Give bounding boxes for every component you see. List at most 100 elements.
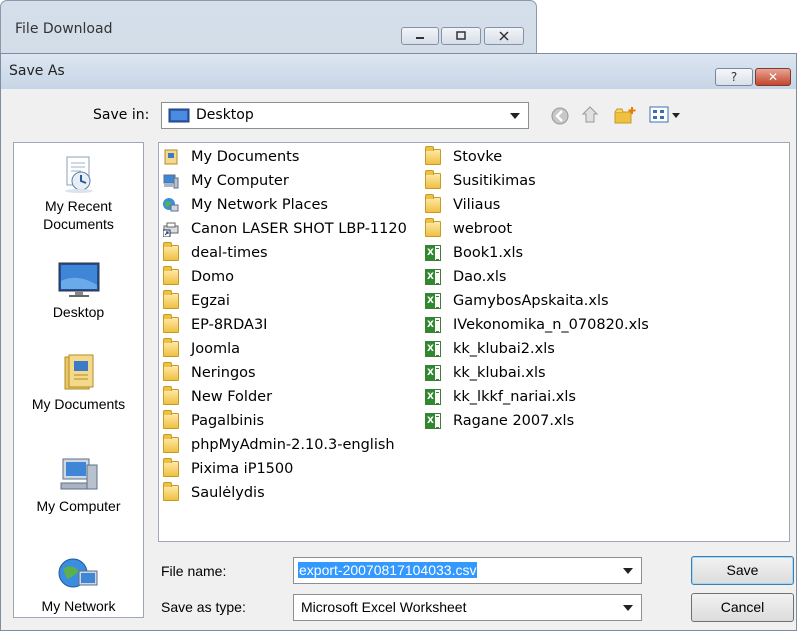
item-name: EP-8RDA3I — [191, 317, 268, 333]
folder-icon — [163, 290, 179, 309]
excel-file-icon — [425, 341, 441, 357]
place-my-network[interactable]: My Network — [14, 555, 143, 615]
item-name: Domo — [191, 269, 235, 285]
excel-file-icon — [425, 269, 441, 285]
window-close-button[interactable] — [484, 27, 524, 45]
folder-icon — [163, 434, 179, 453]
new-folder-icon[interactable] — [613, 105, 637, 125]
folder-icon — [425, 194, 441, 213]
network-places-icon — [163, 198, 179, 212]
folder-icon — [163, 266, 179, 285]
save-button[interactable]: Save — [691, 556, 794, 585]
item-name: My Documents — [191, 149, 300, 165]
view-menu-icon[interactable] — [649, 105, 683, 125]
place-my-computer[interactable]: My Computer — [14, 455, 143, 515]
item-name: My Network Places — [191, 197, 328, 213]
my-network-icon — [57, 555, 101, 593]
item-name: Joomla — [191, 341, 241, 357]
item-name: My Computer — [191, 173, 289, 189]
excel-file-icon — [425, 245, 441, 261]
item-name: IVekonomika_n_070820.xls — [453, 317, 649, 333]
item-name: kk_klubai2.xls — [453, 341, 555, 357]
item-name: Dao.xls — [453, 269, 507, 285]
item-name: Stovke — [453, 149, 503, 165]
dialog-title-bar: Save As ? ✕ — [1, 54, 796, 89]
place-desktop[interactable]: Desktop — [14, 261, 143, 321]
place-label-line: My Recent — [45, 198, 112, 214]
file-list[interactable]: My Documents My Computer My Network Plac… — [158, 142, 790, 542]
places-bar: My Recent Documents Desktop My Documents… — [13, 142, 144, 618]
item-name: GamybosApskaita.xls — [453, 293, 609, 309]
excel-file-icon — [425, 317, 441, 333]
folder-icon — [163, 458, 179, 477]
folder-icon — [163, 386, 179, 405]
item-name: New Folder — [191, 389, 273, 405]
chevron-down-icon[interactable] — [623, 567, 633, 574]
dialog-title: Save As — [9, 63, 65, 79]
file-name-value: export-20070817104033.csv — [298, 562, 478, 578]
item-name: Canon LASER SHOT LBP-1120 — [191, 221, 407, 237]
item-name: Susitikimas — [453, 173, 536, 189]
place-label-line: Desktop — [52, 304, 105, 320]
item-name: Ragane 2007.xls — [453, 413, 575, 429]
place-label-line: Documents — [43, 216, 114, 232]
item-name: Pagalbinis — [191, 413, 265, 429]
item-name: kk_lkkf_nariai.xls — [453, 389, 576, 405]
place-label-line: My Computer — [36, 498, 121, 514]
save-in-label: Save in: — [93, 107, 150, 123]
place-my-recent-documents[interactable]: My Recent Documents — [14, 155, 143, 233]
place-my-documents[interactable]: My Documents — [14, 353, 143, 413]
maximize-button[interactable] — [441, 27, 481, 45]
my-computer-icon — [163, 174, 179, 189]
save-in-dropdown[interactable]: Desktop — [161, 102, 529, 129]
folder-icon — [163, 410, 179, 429]
desktop-icon — [168, 108, 190, 123]
my-documents-icon — [164, 149, 178, 165]
item-name: phpMyAdmin-2.10.3-english — [191, 437, 395, 453]
dialog-close-button[interactable]: ✕ — [755, 68, 791, 86]
chevron-down-icon — [623, 604, 633, 611]
item-name: deal-times — [191, 245, 268, 261]
item-name: kk_klubai.xls — [453, 365, 546, 381]
desktop-icon — [57, 261, 101, 299]
item-name: Neringos — [191, 365, 256, 381]
file-name-field[interactable]: export-20070817104033.csv — [293, 557, 642, 584]
my-computer-icon — [57, 455, 101, 493]
back-icon[interactable] — [550, 106, 570, 126]
cancel-button[interactable]: Cancel — [691, 593, 794, 622]
file-download-title: File Download — [15, 21, 113, 37]
folder-icon — [425, 218, 441, 237]
folder-icon — [425, 146, 441, 165]
file-name-label: File name: — [161, 563, 227, 579]
my-documents-icon — [57, 353, 101, 391]
recent-documents-icon — [57, 155, 101, 193]
excel-file-icon — [425, 365, 441, 381]
close-icon — [499, 31, 509, 41]
chevron-down-icon — [510, 112, 520, 119]
item-name: Egzai — [191, 293, 230, 309]
item-name: Viliaus — [453, 197, 501, 213]
excel-file-icon — [425, 413, 441, 429]
minimize-button[interactable] — [401, 27, 439, 45]
save-in-value: Desktop — [196, 107, 254, 123]
excel-file-icon — [425, 293, 441, 309]
excel-file-icon — [425, 389, 441, 405]
printer-shortcut-icon — [163, 222, 179, 237]
folder-icon — [163, 314, 179, 333]
place-label-line: My Network — [41, 598, 116, 614]
folder-icon — [163, 482, 179, 501]
item-name: Saulėlydis — [191, 485, 265, 501]
folder-icon — [163, 338, 179, 357]
save-as-type-value: Microsoft Excel Worksheet — [301, 599, 467, 615]
folder-icon — [425, 170, 441, 189]
help-button[interactable]: ? — [715, 68, 753, 86]
save-as-type-dropdown[interactable]: Microsoft Excel Worksheet — [293, 594, 642, 621]
save-as-dialog: Save As ? ✕ Save in: Desktop My Recent D… — [0, 53, 797, 631]
item-name: Book1.xls — [453, 245, 524, 261]
item-name: webroot — [453, 221, 513, 237]
maximize-icon — [456, 31, 466, 40]
save-as-type-label: Save as type: — [161, 599, 246, 615]
up-folder-icon[interactable] — [581, 105, 603, 125]
folder-icon — [163, 242, 179, 261]
item-name: Pixima iP1500 — [191, 461, 294, 477]
